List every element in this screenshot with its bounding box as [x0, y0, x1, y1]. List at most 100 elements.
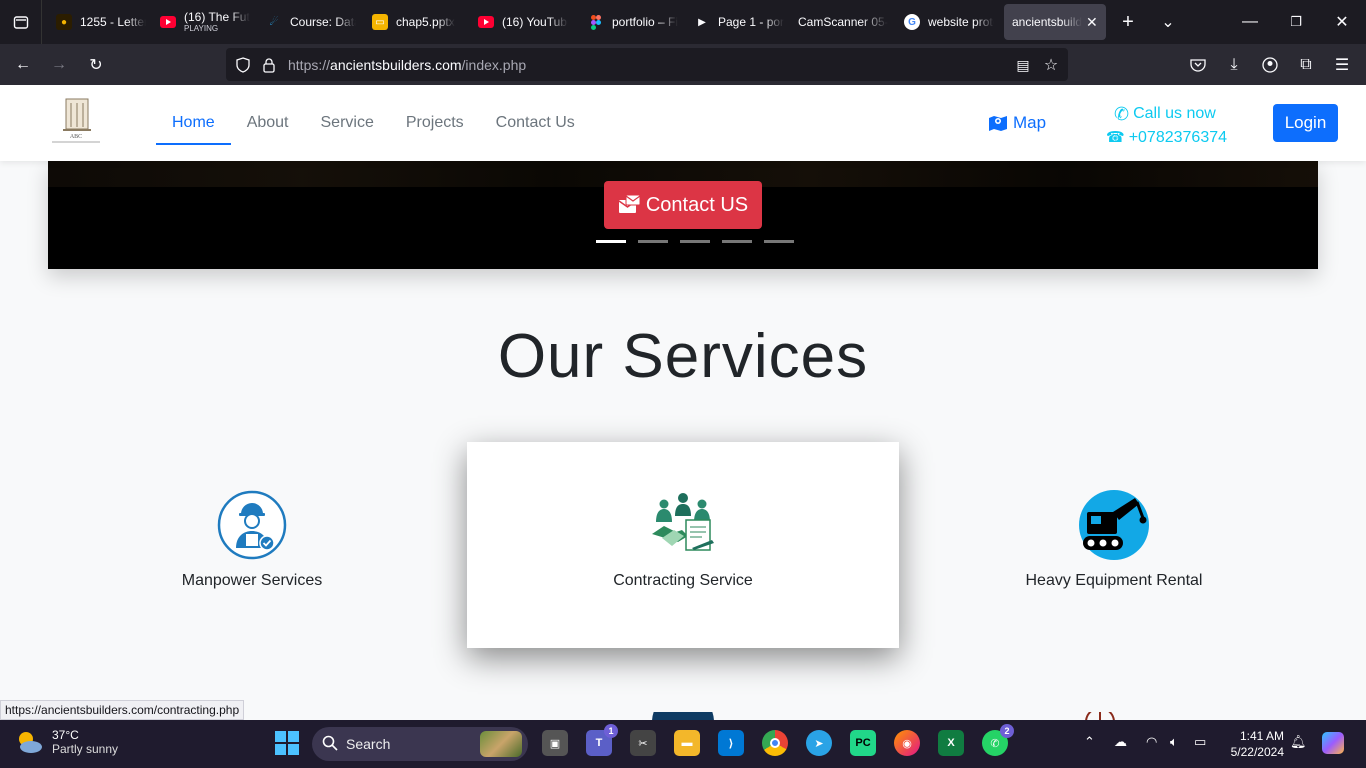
teams-icon[interactable]: T1: [586, 724, 618, 756]
task-view-icon[interactable]: ▣: [542, 730, 568, 756]
forward-button[interactable]: →: [46, 52, 72, 78]
next-service-icon-peek: [652, 712, 714, 720]
browser-tab[interactable]: ● 1255 - Letter: [50, 4, 146, 40]
bookmark-star-icon[interactable]: ☆: [1042, 56, 1060, 74]
map-link[interactable]: Map: [988, 113, 1046, 133]
site-header: ABC Home About Service Projects Contact …: [0, 85, 1366, 161]
close-tab-icon[interactable]: ✕: [1086, 14, 1098, 31]
browser-tab-active[interactable]: ancientsbuilders ✕: [1004, 4, 1106, 40]
battery-icon[interactable]: ▭: [1194, 734, 1206, 750]
google-icon: G: [904, 14, 920, 30]
carousel-indicator[interactable]: [638, 240, 668, 243]
shield-icon[interactable]: [234, 56, 252, 74]
service-label: Contracting Service: [613, 572, 753, 589]
browser-tab[interactable]: G website proto: [898, 4, 994, 40]
notification-bell-icon[interactable]: 🔔︎: [1290, 734, 1307, 750]
service-card-manpower[interactable]: Manpower Services: [36, 442, 468, 648]
onedrive-icon[interactable]: ☁: [1114, 734, 1127, 750]
nav-about[interactable]: About: [231, 85, 305, 161]
wifi-icon[interactable]: ◠: [1146, 734, 1157, 750]
carousel-indicator[interactable]: [680, 240, 710, 243]
windows-taskbar: 37°C Partly sunny Search ▣ T1 ✂ ▬ ⟩ ➤ PC…: [0, 720, 1366, 768]
firefox-icon[interactable]: ◉: [894, 730, 920, 756]
reader-view-icon[interactable]: ▤: [1014, 56, 1032, 74]
taskbar-search[interactable]: Search: [312, 727, 528, 761]
volume-icon[interactable]: 🔈︎: [1170, 734, 1178, 750]
clock-date: 5/22/2024: [1230, 745, 1284, 759]
service-card-contracting[interactable]: Contracting Service: [467, 442, 899, 648]
carousel-indicator[interactable]: [722, 240, 752, 243]
browser-tab[interactable]: (16) YouTube: [472, 4, 568, 40]
contact-us-button[interactable]: Contact US: [604, 181, 762, 229]
letter-icon: ●: [56, 14, 72, 30]
call-now-label: Call us now: [1133, 105, 1216, 122]
back-button[interactable]: ←: [10, 52, 36, 78]
company-logo[interactable]: ABC: [48, 97, 104, 145]
reload-button[interactable]: ↻: [83, 52, 109, 78]
hero-carousel: Contact US: [48, 161, 1318, 269]
copilot-icon[interactable]: [1322, 732, 1344, 754]
search-highlight-image: [480, 731, 522, 757]
restore-button[interactable]: ❐: [1282, 0, 1310, 44]
address-bar[interactable]: https://ancientsbuilders.com/index.php ▤…: [226, 48, 1068, 81]
chevron-down-icon: ⌄: [1161, 14, 1175, 31]
tab-title: Course: Data: [290, 15, 356, 29]
download-icon[interactable]: ⤓: [1221, 52, 1247, 78]
tab-title: (16) YouTube: [502, 15, 568, 29]
new-tab-button[interactable]: +: [1114, 0, 1142, 44]
map-icon: [989, 116, 1007, 131]
nav-contact-us[interactable]: Contact Us: [480, 85, 591, 161]
start-button[interactable]: [274, 730, 300, 756]
call-now-link[interactable]: ✆ Call us now: [1114, 102, 1227, 126]
whatsapp-icon[interactable]: ✆ 2: [982, 724, 1014, 756]
carousel-indicators: [596, 240, 794, 243]
figma-icon: [588, 14, 604, 30]
excel-icon[interactable]: X: [938, 730, 964, 756]
nav-projects[interactable]: Projects: [390, 85, 480, 161]
play-icon: ▶: [698, 16, 706, 28]
hamburger-menu-icon[interactable]: ☰: [1329, 52, 1355, 78]
browser-tab[interactable]: (16) The Futur PLAYING: [154, 4, 250, 40]
phone-number-link[interactable]: ☎ +0782376374: [1106, 126, 1227, 150]
chrome-icon[interactable]: [762, 730, 788, 756]
browser-tab[interactable]: ▭ chap5.pptx: [366, 4, 462, 40]
weather-widget[interactable]: 37°C Partly sunny: [14, 728, 118, 756]
close-window-button[interactable]: ✕: [1328, 0, 1356, 44]
restore-icon: ❐: [1290, 14, 1302, 29]
telegram-icon[interactable]: ➤: [806, 730, 832, 756]
snipping-tool-icon[interactable]: ✂: [630, 730, 656, 756]
nav-home[interactable]: Home: [156, 85, 231, 161]
extensions-icon[interactable]: ⧉: [1293, 52, 1319, 78]
tab-list-button[interactable]: ⌄: [1154, 0, 1182, 44]
carousel-indicator[interactable]: [764, 240, 794, 243]
lock-icon[interactable]: [260, 56, 278, 74]
browser-tab[interactable]: ▶ Page 1 - portfolio: [688, 4, 784, 40]
url-path: /index.php: [461, 57, 527, 73]
browser-toolbar: ← → ↻ https://ancientsbuilders.com/index…: [0, 44, 1366, 85]
system-clock[interactable]: 1:41 AM 5/22/2024: [1224, 728, 1284, 760]
service-card-heavy-equipment[interactable]: Heavy Equipment Rental: [898, 442, 1330, 648]
url-host: ancientsbuilders.com: [330, 57, 462, 73]
browser-tab[interactable]: ☄ Course: Data: [260, 4, 356, 40]
phone-icon: ✆: [1114, 104, 1130, 124]
youtube-icon: [160, 14, 176, 30]
temperature: 37°C: [52, 728, 79, 742]
account-icon[interactable]: [1257, 52, 1283, 78]
browser-tab-strip: ● 1255 - Letter (16) The Futur PLAYING ☄…: [0, 0, 1366, 44]
pocket-icon[interactable]: [1185, 52, 1211, 78]
tab-overview-button[interactable]: [0, 0, 42, 44]
nav-service[interactable]: Service: [305, 85, 390, 161]
login-button[interactable]: Login: [1273, 104, 1338, 142]
minimize-button[interactable]: —: [1236, 0, 1264, 44]
chevron-up-icon[interactable]: ⌃: [1084, 734, 1095, 750]
browser-tab[interactable]: portfolio – Figma: [582, 4, 678, 40]
carousel-indicator[interactable]: [596, 240, 626, 243]
pycharm-icon[interactable]: PC: [850, 730, 876, 756]
link-status-bar: https://ancientsbuilders.com/contracting…: [0, 700, 245, 720]
minimize-icon: —: [1242, 13, 1258, 30]
service-label: Manpower Services: [181, 572, 323, 589]
web-page: Contact US ABC Home About Service Projec…: [0, 85, 1366, 720]
browser-tab[interactable]: CamScanner 05-: [792, 4, 888, 40]
vscode-icon[interactable]: ⟩: [718, 730, 744, 756]
file-explorer-icon[interactable]: ▬: [674, 730, 700, 756]
